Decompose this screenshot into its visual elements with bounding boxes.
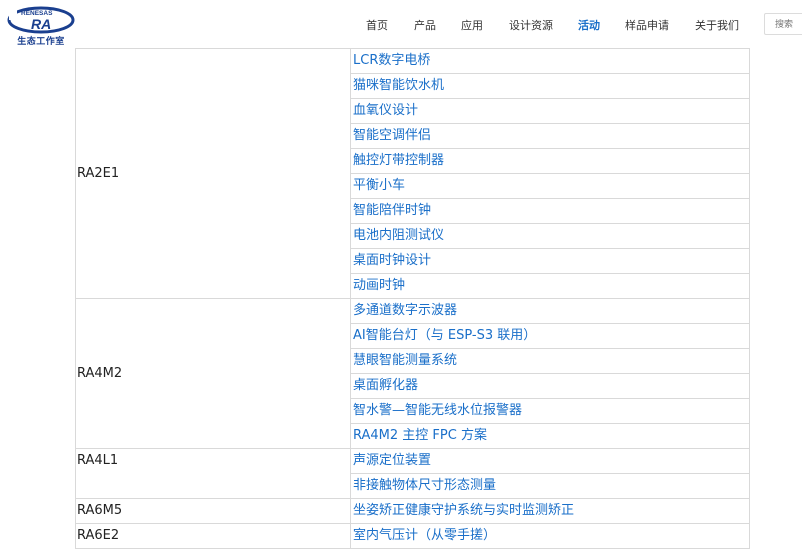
project-cell: 猫咪智能饮水机 [350,73,750,99]
project-cell: 多通道数字示波器 [350,298,750,324]
table-row: RA6E2 室内气压计（从零手搓） [75,523,750,549]
project-cell: 血氧仪设计 [350,98,750,124]
table-row: RA6M5 坐姿矫正健康守护系统与实时监测矫正 [75,498,750,524]
project-link[interactable]: 动画时钟 [353,278,405,293]
table-row: RA2E1 LCR数字电桥 [75,48,750,299]
project-link[interactable]: 桌面时钟设计 [353,253,431,268]
logo-brand-mark: RA [31,16,51,32]
project-link[interactable]: 非接触物体尺寸形态测量 [353,478,496,493]
nav-item-applications[interactable]: 应用 [461,17,483,33]
project-cell: 动画时钟 [350,273,750,299]
project-cell: 桌面时钟设计 [350,248,750,274]
project-link[interactable]: 智能陪伴时钟 [353,203,431,218]
project-link[interactable]: AI智能台灯（与 ESP-S3 联用） [353,328,536,343]
project-cell: 声源定位装置 [350,448,750,474]
project-link[interactable]: 桌面孵化器 [353,378,418,393]
project-link[interactable]: 多通道数字示波器 [353,303,457,318]
project-cell: AI智能台灯（与 ESP-S3 联用） [350,323,750,349]
project-cell: 坐姿矫正健康守护系统与实时监测矫正 [350,498,750,524]
logo-brand-subtitle: 生态工作室 [17,37,65,47]
chip-model-cell: RA4M2 [75,298,351,449]
nav-item-sample-request[interactable]: 样品申请 [625,17,669,33]
project-link[interactable]: RA4M2 主控 FPC 方案 [353,428,487,443]
project-link[interactable]: 触控灯带控制器 [353,153,444,168]
project-cell: 智能陪伴时钟 [350,198,750,224]
nav-item-about-us[interactable]: 关于我们 [695,17,739,33]
project-cell: 桌面孵化器 [350,373,750,399]
project-link[interactable]: 血氧仪设计 [353,103,418,118]
project-cell: 室内气压计（从零手搓） [350,523,750,549]
project-table: RA2E1 LCR数字电桥 猫咪智能饮水机 血氧仪设计智能空调伴侣 触控灯带控制器 平衡小… [75,48,750,549]
chip-model-cell: RA2E1 [75,48,351,299]
nav-item-design-resources[interactable]: 设计资源 [509,17,553,33]
table-row: RA4L1 声源定位装置 [75,448,750,499]
project-link[interactable]: 电池内阻测试仪 [353,228,444,243]
project-cell: 非接触物体尺寸形态测量 [350,473,750,499]
project-cell: LCR数字电桥 [350,48,750,74]
project-link[interactable]: 猫咪智能饮水机 [353,78,444,93]
project-link[interactable]: 坐姿矫正健康守护系统与实时监测矫正 [353,503,574,518]
project-cell: 平衡小车 [350,173,750,199]
project-cell: 智能空调伴侣 [350,123,750,149]
nav-item-home[interactable]: 首页 [366,17,388,33]
chip-model-cell: RA6E2 [75,523,351,549]
project-link[interactable]: 室内气压计（从零手搓） [353,528,496,543]
project-cell: 智水警—智能无线水位报警器 [350,398,750,424]
project-table-container: RA2E1 LCR数字电桥 猫咪智能饮水机 血氧仪设计智能空调伴侣 触控灯带控制器 平衡小… [75,48,750,549]
table-row: RA4M2 多通道数字示波器 [75,298,750,449]
project-link[interactable]: 声源定位装置 [353,453,431,468]
project-cell: RA4M2 主控 FPC 方案 [350,423,750,449]
chip-model-cell: RA6M5 [75,498,351,524]
ra-logo-mark-icon: RENESAS RA [7,6,75,34]
top-navigation-bar: RENESAS RA 生态工作室 首页 产品 应用 设计资源 活动 样品申请 关… [0,0,802,48]
project-link[interactable]: 平衡小车 [353,178,405,193]
project-cell: 电池内阻测试仪 [350,223,750,249]
project-link[interactable]: 智能空调伴侣 [353,128,431,143]
project-link[interactable]: LCR数字电桥 [353,53,430,68]
nav-item-events[interactable]: 活动 [578,17,600,33]
nav-item-products[interactable]: 产品 [414,17,436,33]
project-link[interactable]: 智水警—智能无线水位报警器 [353,403,522,418]
project-cell: 慧眼智能测量系统 [350,348,750,374]
project-cell: 触控灯带控制器 [350,148,750,174]
chip-model-cell: RA4L1 [75,448,351,499]
renesas-ra-logo[interactable]: RENESAS RA 生态工作室 [7,6,79,47]
search-input[interactable] [764,13,802,35]
project-link[interactable]: 慧眼智能测量系统 [353,353,457,368]
